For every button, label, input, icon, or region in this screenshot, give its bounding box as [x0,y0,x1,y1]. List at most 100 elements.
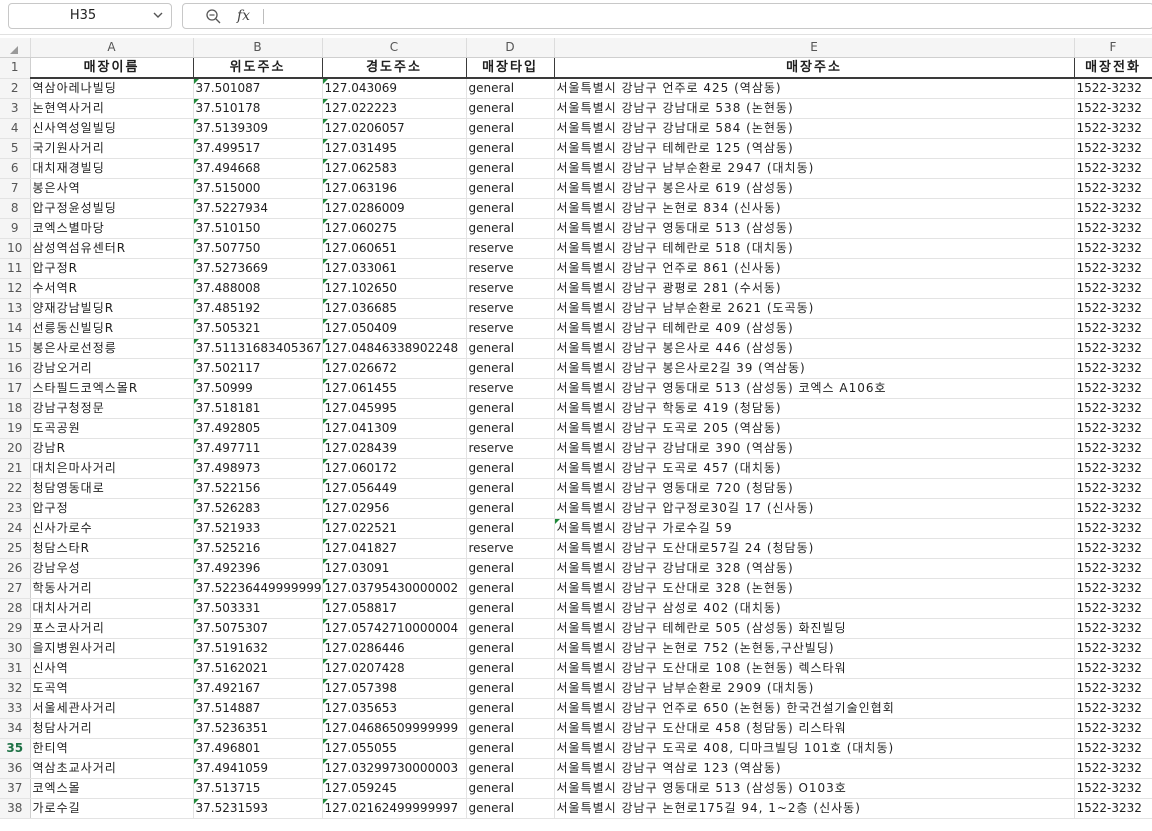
latitude-cell[interactable]: 37.521933 [193,518,323,539]
store-address-cell[interactable]: 서울특별시 강남구 영동대로 513 (삼성동) O103호 [554,778,1075,799]
latitude-cell[interactable]: 37.503331 [193,598,323,619]
spreadsheet-grid[interactable]: A B C D E F 1 매장이름 위도주소 경도주소 매장타입 매장주소 매… [0,38,1152,831]
longitude-cell[interactable]: 127.061455 [322,378,467,399]
header-cell-store-name[interactable]: 매장이름 [30,57,194,79]
latitude-cell[interactable]: 37.5162021 [193,658,323,679]
store-address-cell[interactable]: 서울특별시 강남구 강남대로 584 (논현동) [554,118,1075,139]
longitude-cell[interactable]: 127.05742710000004 [322,618,467,639]
longitude-cell[interactable]: 127.0286009 [322,198,467,219]
row-number[interactable]: 11 [0,258,31,279]
store-address-cell[interactable]: 서울특별시 강남구 도곡로 457 (대치동) [554,458,1075,479]
store-phone-cell[interactable]: 1522-3232 [1074,718,1152,739]
store-address-cell[interactable]: 서울특별시 강남구 도산대로57길 24 (청담동) [554,538,1075,559]
store-name-cell[interactable]: 압구정 [30,498,194,519]
longitude-cell[interactable]: 127.02162499999997 [322,798,467,819]
row-number[interactable]: 10 [0,238,31,259]
longitude-cell[interactable]: 127.04686509999999 [322,718,467,739]
latitude-cell[interactable]: 37.5231593 [193,798,323,819]
store-name-cell[interactable]: 양재강남빌딩R [30,298,194,319]
store-type-cell[interactable]: general [466,118,555,139]
longitude-cell[interactable]: 127.050409 [322,318,467,339]
store-name-cell[interactable]: 선릉동신빌딩R [30,318,194,339]
store-phone-cell[interactable]: 1522-3232 [1074,458,1152,479]
row-number[interactable]: 31 [0,658,31,679]
latitude-cell[interactable]: 37.4941059 [193,758,323,779]
row-number[interactable]: 29 [0,618,31,639]
store-address-cell[interactable]: 서울특별시 강남구 도산대로 458 (청담동) 리스타워 [554,718,1075,739]
row-number[interactable]: 6 [0,158,31,179]
store-phone-cell[interactable]: 1522-3232 [1074,778,1152,799]
latitude-cell[interactable]: 37.515000 [193,178,323,199]
column-header-b[interactable]: B [193,38,323,58]
store-name-cell[interactable]: 국기원사거리 [30,138,194,159]
store-address-cell[interactable]: 서울특별시 강남구 테헤란로 409 (삼성동) [554,318,1075,339]
longitude-cell[interactable]: 127.031495 [322,138,467,159]
latitude-cell[interactable]: 37.496801 [193,738,323,759]
store-phone-cell[interactable]: 1522-3232 [1074,638,1152,659]
store-name-cell[interactable]: 신사역성일빌딩 [30,118,194,139]
store-name-cell[interactable]: 수서역R [30,278,194,299]
longitude-cell[interactable]: 127.03091 [322,558,467,579]
longitude-cell[interactable]: 127.036685 [322,298,467,319]
store-type-cell[interactable]: general [466,558,555,579]
row-number[interactable]: 22 [0,478,31,499]
store-name-cell[interactable]: 강남R [30,438,194,459]
formula-input-area[interactable]: fx [182,3,1152,29]
column-header-c[interactable]: C [322,38,467,58]
store-address-cell[interactable]: 서울특별시 강남구 언주로 650 (논현동) 한국건설기술인협회 [554,698,1075,719]
column-header-e[interactable]: E [554,38,1075,58]
row-number[interactable]: 34 [0,718,31,739]
store-type-cell[interactable]: general [466,658,555,679]
row-number[interactable]: 26 [0,558,31,579]
store-type-cell[interactable]: reserve [466,258,555,279]
latitude-cell[interactable]: 37.5273669 [193,258,323,279]
store-address-cell[interactable]: 서울특별시 강남구 논현로 752 (논현동,구산빌딩) [554,638,1075,659]
row-number[interactable]: 36 [0,758,31,779]
longitude-cell[interactable]: 127.063196 [322,178,467,199]
store-phone-cell[interactable]: 1522-3232 [1074,378,1152,399]
store-address-cell[interactable]: 서울특별시 강남구 학동로 419 (청담동) [554,398,1075,419]
store-type-cell[interactable]: general [466,338,555,359]
store-address-cell[interactable]: 서울특별시 강남구 역삼로 123 (역삼동) [554,758,1075,779]
latitude-cell[interactable]: 37.485192 [193,298,323,319]
store-phone-cell[interactable]: 1522-3232 [1074,418,1152,439]
store-address-cell[interactable]: 서울특별시 강남구 강남대로 390 (역삼동) [554,438,1075,459]
latitude-cell[interactable]: 37.492805 [193,418,323,439]
store-phone-cell[interactable]: 1522-3232 [1074,318,1152,339]
row-number[interactable]: 25 [0,538,31,559]
latitude-cell[interactable]: 37.525216 [193,538,323,559]
store-phone-cell[interactable]: 1522-3232 [1074,658,1152,679]
store-phone-cell[interactable]: 1522-3232 [1074,338,1152,359]
store-name-cell[interactable]: 코엑스별마당 [30,218,194,239]
longitude-cell[interactable]: 127.022223 [322,98,467,119]
store-type-cell[interactable]: general [466,358,555,379]
latitude-cell[interactable]: 37.510178 [193,98,323,119]
store-address-cell[interactable]: 서울특별시 강남구 테헤란로 518 (대치동) [554,238,1075,259]
store-address-cell[interactable]: 서울특별시 강남구 영동대로 513 (삼성동) 코엑스 A106호 [554,378,1075,399]
store-type-cell[interactable]: general [466,138,555,159]
store-name-cell[interactable]: 신사역 [30,658,194,679]
store-type-cell[interactable]: reserve [466,278,555,299]
store-address-cell[interactable]: 서울특별시 강남구 봉은사로2길 39 (역삼동) [554,358,1075,379]
latitude-cell[interactable]: 37.494668 [193,158,323,179]
row-number[interactable]: 5 [0,138,31,159]
store-address-cell[interactable]: 서울특별시 강남구 언주로 861 (신사동) [554,258,1075,279]
latitude-cell[interactable]: 37.5139309 [193,118,323,139]
latitude-cell[interactable]: 37.51131683405367 [193,338,323,359]
store-name-cell[interactable]: 한티역 [30,738,194,759]
latitude-cell[interactable]: 37.499517 [193,138,323,159]
header-cell-store-phone[interactable]: 매장전화 [1074,57,1152,79]
row-number[interactable]: 4 [0,118,31,139]
longitude-cell[interactable]: 127.102650 [322,278,467,299]
store-phone-cell[interactable]: 1522-3232 [1074,798,1152,819]
store-address-cell[interactable]: 서울특별시 강남구 광평로 281 (수서동) [554,278,1075,299]
store-type-cell[interactable]: general [466,578,555,599]
latitude-cell[interactable]: 37.526283 [193,498,323,519]
store-address-cell[interactable]: 서울특별시 강남구 남부순환로 2947 (대치동) [554,158,1075,179]
longitude-cell[interactable]: 127.060651 [322,238,467,259]
longitude-cell[interactable]: 127.04846338902248 [322,338,467,359]
latitude-cell[interactable]: 37.498973 [193,458,323,479]
chevron-down-icon[interactable] [151,8,165,22]
store-type-cell[interactable]: reserve [466,538,555,559]
store-name-cell[interactable]: 대치은마사거리 [30,458,194,479]
